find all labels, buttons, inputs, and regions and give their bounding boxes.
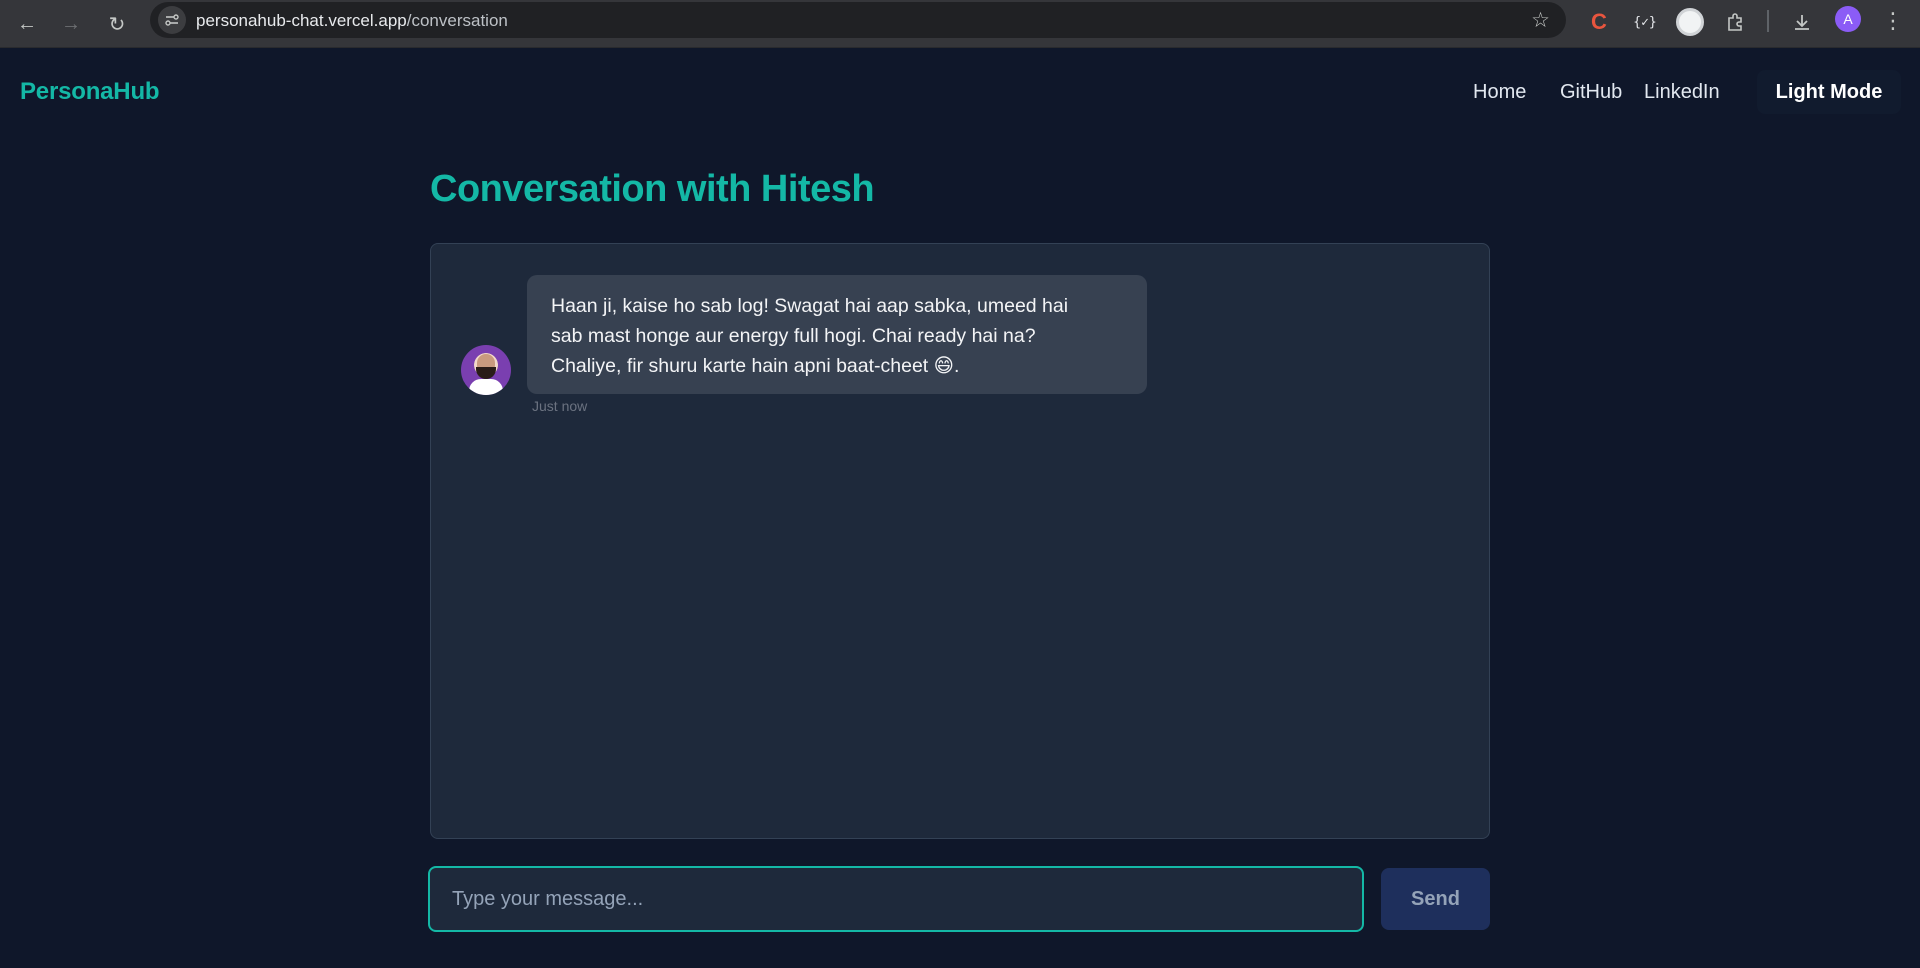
nav-github-link[interactable]: GitHub: [1560, 81, 1622, 104]
message-line: Chaliye, fir shuru karte hain apni baat-…: [551, 355, 960, 377]
nav-linkedin-link[interactable]: LinkedIn: [1644, 81, 1720, 104]
url-path: /conversation: [406, 11, 508, 30]
send-button[interactable]: Send: [1381, 868, 1490, 930]
page-title: Conversation with Hitesh: [430, 168, 875, 210]
download-icon[interactable]: [1786, 6, 1818, 38]
extensions-puzzle-icon[interactable]: [1719, 6, 1751, 38]
site-info-icon[interactable]: [158, 6, 186, 34]
message-bubble: Haan ji, kaise ho sab log! Swagat hai aa…: [527, 275, 1147, 394]
toolbar-separator: [1767, 10, 1769, 32]
bookmark-star-icon[interactable]: ☆: [1531, 8, 1550, 33]
forward-icon[interactable]: →: [55, 8, 87, 40]
extension-c-icon[interactable]: C: [1583, 6, 1615, 38]
message-input[interactable]: [428, 866, 1364, 932]
json-extension-icon[interactable]: {✓}: [1629, 6, 1661, 38]
address-bar[interactable]: personahub-chat.vercel.app/conversation …: [150, 2, 1566, 38]
browser-toolbar: ← → ↻ personahub-chat.vercel.app/convers…: [0, 0, 1920, 48]
back-icon[interactable]: ←: [11, 8, 43, 40]
message-timestamp: Just now: [532, 398, 588, 414]
message-line: sab mast honge aur energy full hogi. Cha…: [551, 325, 1036, 347]
url-text: personahub-chat.vercel.app/conversation: [196, 11, 508, 31]
brand-logo[interactable]: PersonaHub: [20, 78, 160, 106]
profile-avatar[interactable]: A: [1835, 6, 1861, 32]
nav-home-link[interactable]: Home: [1473, 81, 1526, 104]
persona-avatar: [461, 345, 511, 395]
reload-icon[interactable]: ↻: [101, 8, 133, 40]
app-header: PersonaHub Home GitHub LinkedIn Light Mo…: [0, 48, 1920, 138]
url-host: personahub-chat.vercel.app: [196, 11, 407, 30]
message-line: Haan ji, kaise ho sab log! Swagat hai aa…: [551, 295, 1069, 317]
light-mode-toggle[interactable]: Light Mode: [1757, 70, 1901, 114]
globe-extension-icon[interactable]: [1674, 6, 1706, 38]
browser-menu-icon[interactable]: ⋮: [1880, 6, 1906, 36]
chat-panel[interactable]: Haan ji, kaise ho sab log! Swagat hai aa…: [430, 243, 1490, 839]
